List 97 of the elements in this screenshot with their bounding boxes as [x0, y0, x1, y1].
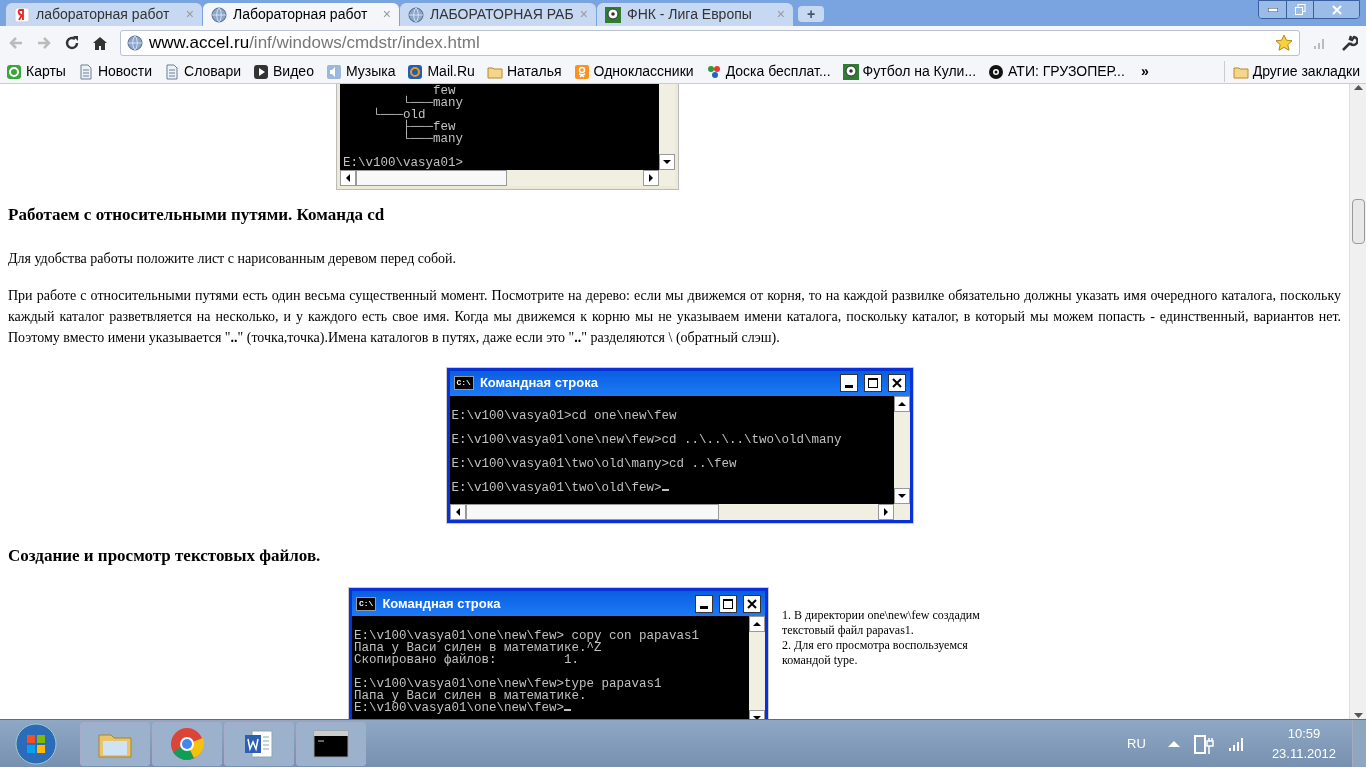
- maximize-button[interactable]: [719, 594, 737, 613]
- note-text: 1. В директории one\new\few создадим текстовый файл papavas1.: [782, 608, 981, 638]
- browser-tab[interactable]: Лабораторная работ ×: [203, 3, 399, 26]
- tab-title: ЛАБОРАТОРНАЯ РАБ: [430, 5, 574, 24]
- page-scrollbar[interactable]: [1349, 84, 1366, 719]
- console-line: └───old: [372, 108, 426, 122]
- chrome-icon: [170, 726, 204, 761]
- minimize-icon: [844, 385, 853, 388]
- maximize-icon: [867, 378, 878, 388]
- console-line: E:\v100\vasya01\two\old\many>cd ..\few: [451, 457, 737, 470]
- tab-title: ФНК - Лига Европы: [627, 5, 753, 24]
- home-icon[interactable]: [92, 35, 108, 51]
- console-line: E:\v100\vasya01\one\new\few>cd ..\..\..\two\old\many: [451, 433, 842, 446]
- address-bar[interactable]: www.accel.ru/inf/windows/cmdstr/index.html: [120, 30, 1300, 56]
- play-icon: [253, 63, 269, 80]
- paragraph: При работе с относительными путями есть один весьма существенный момент. Посмотрите на дерево: если мы движемся от корня, то на каждой развилке обязательно должны указать имя очередного каталога, поскольку каждый каталог разветвляется на несколько, и у каждого есть свое имя. Когда мы движемся к корню мы не указываем имени каталога, поскольку каталог, в который мы можем попасть - единственный, вариантов нет. Поэтому вместо имени указывается ".." (точка,точка).Имена каталогов в путях, даже если это ".." разделяются \ (обратный слэш).: [8, 286, 1341, 347]
- wheel-icon: [988, 63, 1005, 80]
- speaker-icon: [325, 63, 342, 80]
- start-button[interactable]: [14, 721, 58, 766]
- console-line: E:\v100\vasya01\one\new\few> copy con papavas1: [354, 630, 700, 642]
- console-line: few: [433, 84, 456, 98]
- console-line: Папа у Васи силен в математике.: [354, 690, 587, 702]
- browser-tab[interactable]: ФНК - Лига Европы ×: [597, 3, 793, 26]
- minimize-icon: [700, 605, 708, 609]
- bookmark[interactable]: Словари: [164, 61, 241, 82]
- restore-button[interactable]: [1286, 1, 1313, 18]
- minimize-button[interactable]: [839, 374, 858, 392]
- bookmark[interactable]: Видео: [253, 61, 314, 82]
- close-button[interactable]: [1313, 1, 1359, 18]
- console-line: E:\v100\vasya01\one\new\few>type papavas1: [354, 678, 662, 690]
- console-icon: C:\: [356, 596, 377, 611]
- globe-icon: [127, 35, 143, 51]
- scroll-thumb[interactable]: [356, 170, 507, 186]
- more-bookmarks-button[interactable]: »: [1140, 61, 1149, 82]
- browser-tab[interactable]: ЛАБОРАТОРНАЯ РАБ ×: [400, 3, 596, 26]
- at-sign-icon: [407, 63, 424, 80]
- bookmark[interactable]: Музыка: [325, 61, 396, 82]
- reload-icon[interactable]: [64, 35, 80, 51]
- globe-icon: [211, 6, 227, 23]
- bookmark[interactable]: Наталья: [486, 61, 562, 82]
- horizontal-scrollbar[interactable]: [340, 170, 675, 186]
- dots-icon: [705, 63, 722, 80]
- taskbar-button[interactable]: [224, 721, 294, 766]
- yandex-icon: [14, 6, 30, 23]
- terminal-icon: [313, 729, 349, 758]
- console-line: └───many: [402, 132, 464, 146]
- browser-tab[interactable]: лабораторная работ ×: [6, 3, 202, 26]
- console-line: Скопировано файлов: 1.: [354, 654, 580, 666]
- console-line: E:\v100\vasya01>: [343, 156, 464, 170]
- section-heading: Работаем с относительными путями. Команда cd: [8, 204, 386, 226]
- bookmark[interactable]: Новости: [77, 61, 153, 82]
- star-icon[interactable]: [1275, 34, 1293, 52]
- battery-plug-icon[interactable]: [1193, 732, 1214, 755]
- wrench-icon[interactable]: [1340, 34, 1358, 52]
- section-heading: Создание и просмотр текстовых файлов.: [8, 544, 322, 567]
- close-button[interactable]: [887, 374, 906, 392]
- bookmark[interactable]: Доска бесплат...: [705, 61, 831, 82]
- maximize-icon: [723, 598, 733, 609]
- window-title: Командная строка: [479, 374, 599, 393]
- odnoklassniki-icon: [573, 63, 590, 80]
- url-text: www.accel.ru/inf/windows/cmdstr/index.html: [149, 32, 481, 55]
- console-line: E:\v100\vasya01\two\old\few>: [451, 481, 662, 494]
- note-text: 2. Для его просмотра воспользуемся командой type.: [782, 638, 969, 668]
- bookmark[interactable]: Футбол на Кули...: [842, 61, 977, 82]
- console-icon: C:\: [453, 376, 474, 390]
- minimize-button[interactable]: [695, 594, 713, 613]
- maximize-button[interactable]: [863, 374, 882, 392]
- console-line: E:\v100\vasya01\one\new\few>: [354, 702, 565, 714]
- scroll-thumb[interactable]: [1351, 199, 1365, 245]
- console-line: Папа у Васи силен в математике.^Z: [354, 642, 602, 654]
- signal-icon[interactable]: [1227, 735, 1246, 752]
- other-bookmarks[interactable]: Другие закладки: [1223, 61, 1360, 82]
- paragraph: Для удобства работы положите лист с нарисованным деревом перед собой.: [8, 249, 458, 268]
- console-line: └───many: [403, 96, 464, 110]
- document-icon: [77, 63, 94, 80]
- minimize-icon: [1267, 7, 1278, 12]
- bookmark[interactable]: АТИ: ГРУЗОПЕР...: [988, 61, 1125, 82]
- close-icon: [891, 378, 902, 388]
- tray-arrow-icon[interactable]: [1167, 740, 1180, 747]
- restore-icon: [1294, 4, 1306, 15]
- close-icon: [747, 598, 757, 609]
- tab-title: лабораторная работ: [36, 5, 171, 24]
- document-icon: [164, 63, 181, 80]
- bookmark[interactable]: Mail.Ru: [407, 61, 475, 82]
- taskbar-button[interactable]: [296, 721, 366, 766]
- close-icon: [1331, 4, 1342, 15]
- bookmark[interactable]: Карты: [6, 61, 66, 82]
- vertical-scrollbar[interactable]: [659, 84, 675, 170]
- bookmark[interactable]: Одноклассники: [573, 61, 694, 82]
- tab-title: Лабораторная работ: [233, 5, 369, 24]
- console-line: E:\v100\vasya01>cd one\new\few: [451, 409, 677, 422]
- close-button[interactable]: [743, 594, 761, 613]
- window-title: Командная строка: [382, 594, 502, 613]
- new-tab-button[interactable]: +: [798, 6, 824, 22]
- vertical-scrollbar[interactable]: [749, 616, 765, 719]
- globe-icon: [408, 6, 424, 23]
- map-icon: [6, 63, 22, 80]
